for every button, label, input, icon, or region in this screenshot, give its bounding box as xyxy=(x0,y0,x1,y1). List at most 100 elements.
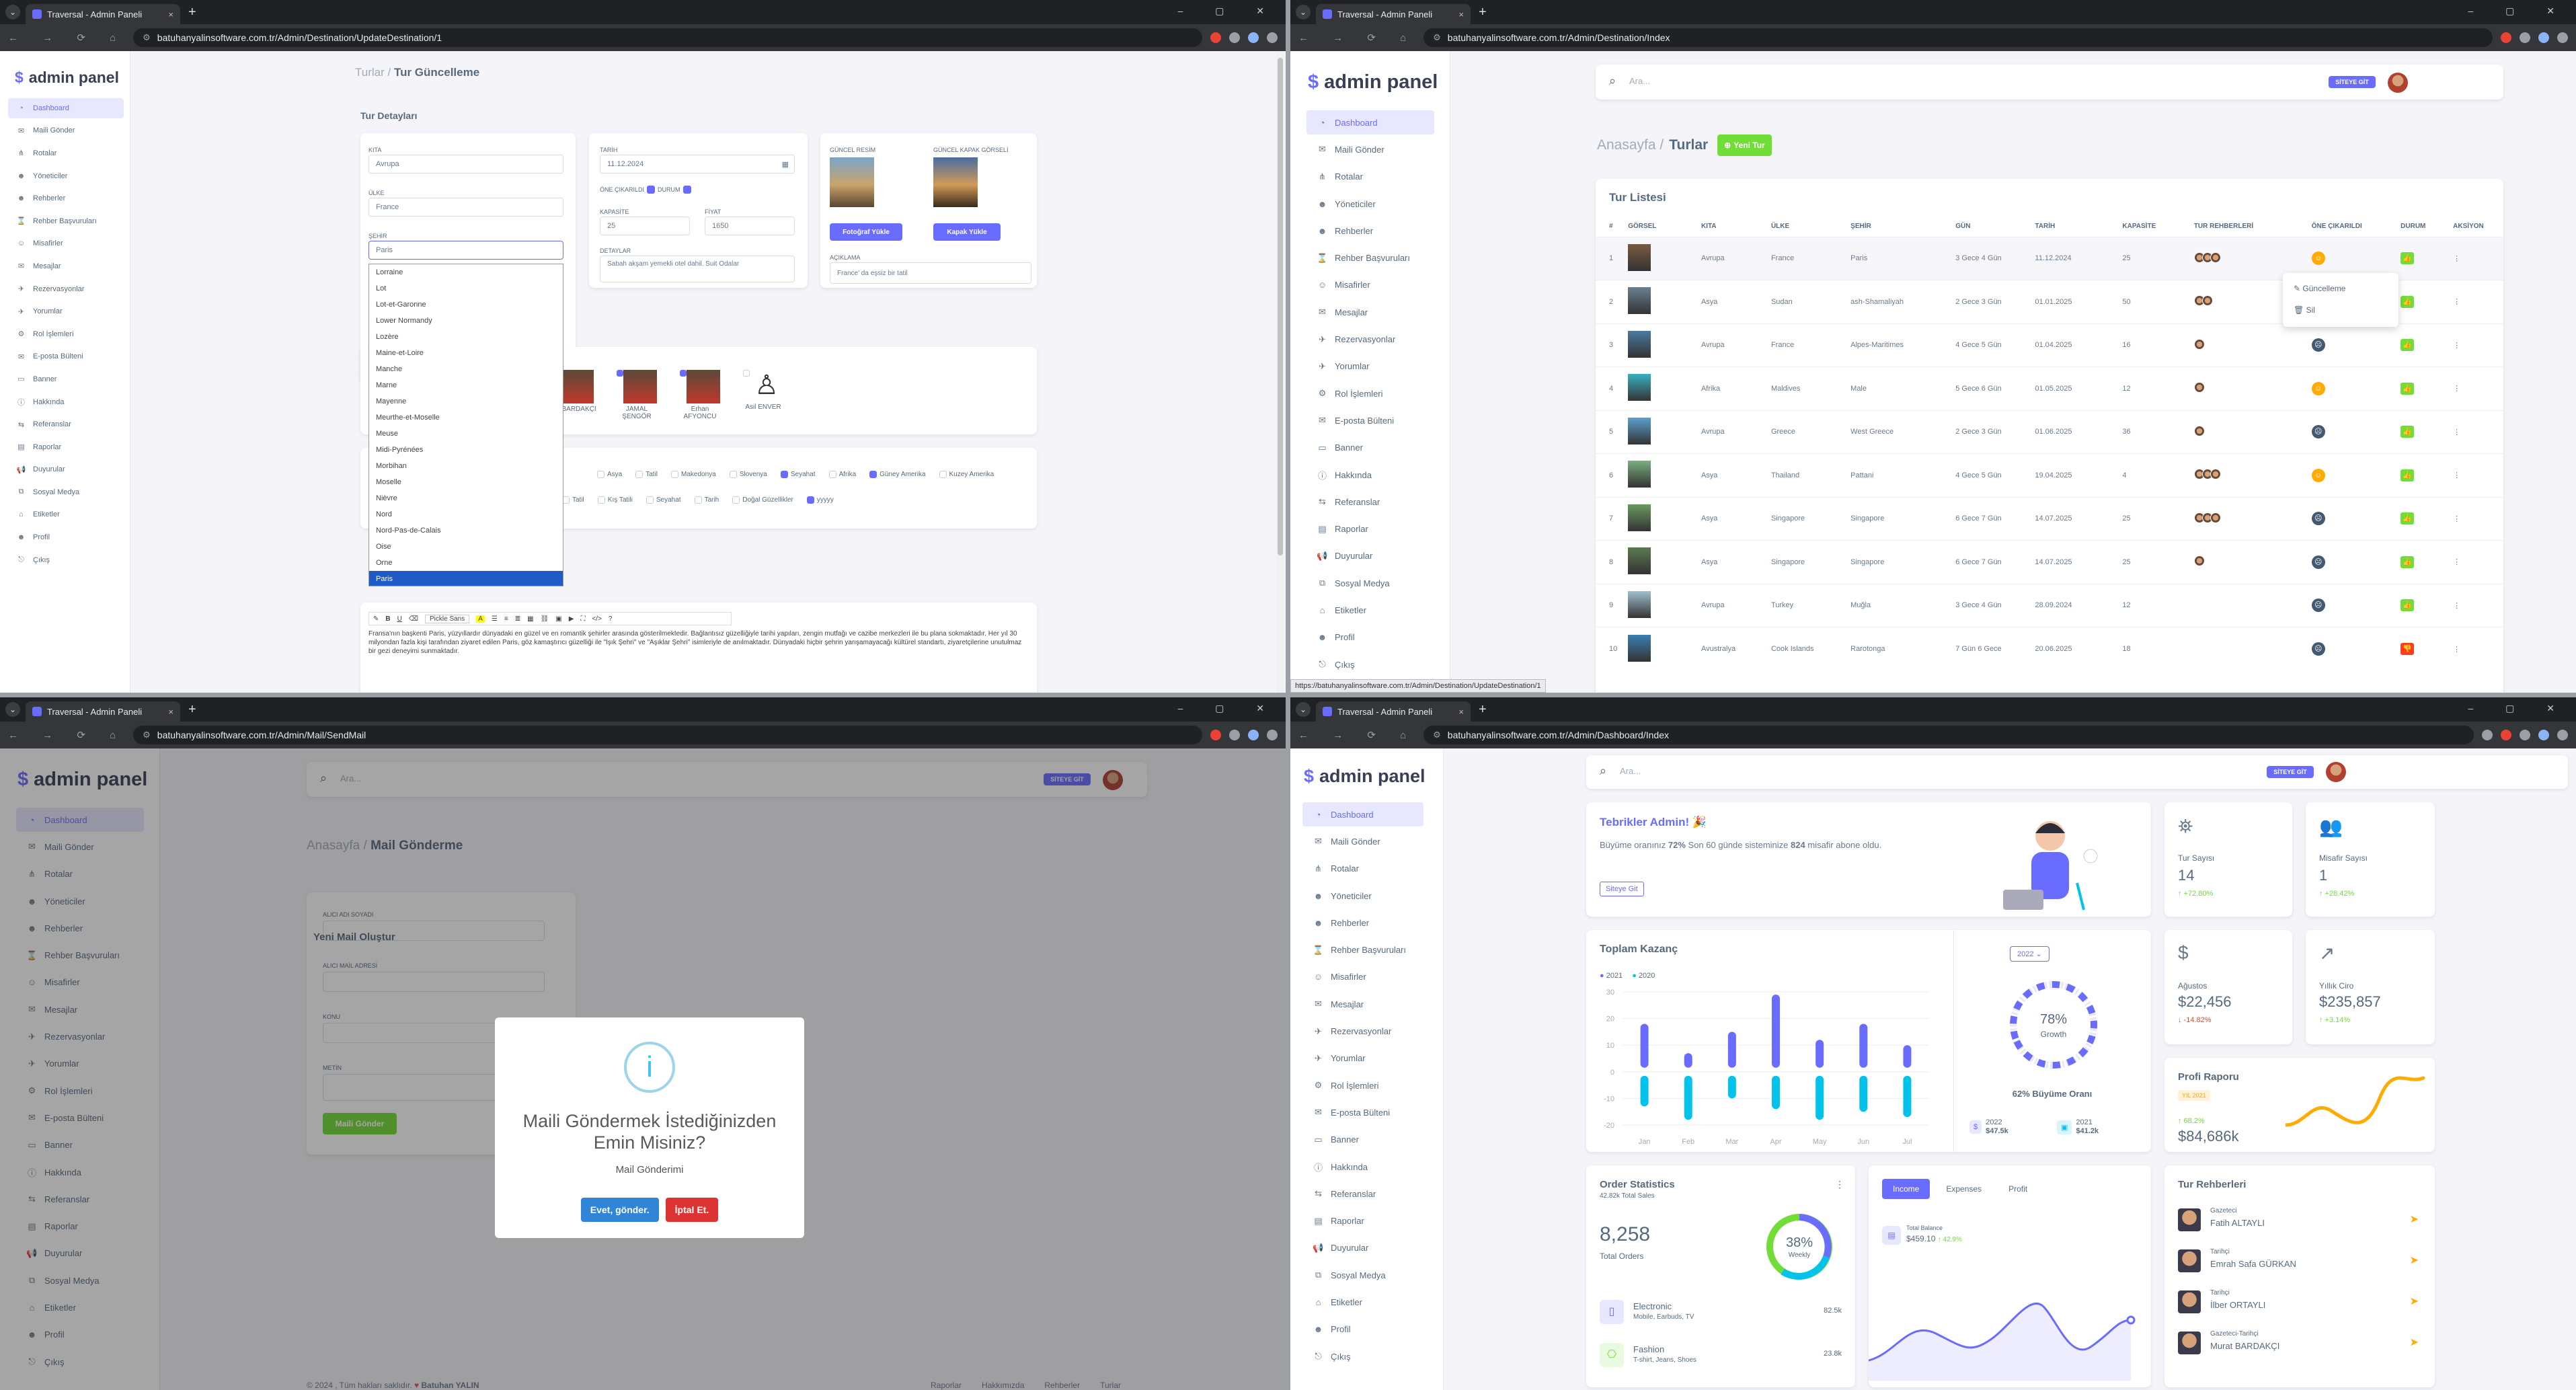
row-actions-icon[interactable]: ⋮ xyxy=(2453,255,2460,263)
fiyat-input[interactable]: 1650 xyxy=(705,217,795,235)
browser-tab[interactable]: Traversal - Admin Paneli × xyxy=(1316,4,1471,24)
durum-checkbox[interactable] xyxy=(682,186,691,194)
sidebar-item-3[interactable]: ⋔ Rotalar xyxy=(1306,165,1434,189)
calendar-icon[interactable]: ▦ xyxy=(782,160,789,169)
dropdown-option[interactable]: Lower Normandy xyxy=(369,313,563,329)
guide-checkbox[interactable] xyxy=(743,370,750,377)
guide-checkbox[interactable] xyxy=(617,370,623,377)
image-icon[interactable]: ▣ xyxy=(555,615,561,623)
sidebar-item-8[interactable]: ✉ Mesajlar xyxy=(1306,300,1434,324)
tag-checkbox[interactable] xyxy=(780,471,788,478)
help-icon[interactable]: ? xyxy=(609,615,613,623)
guide-option[interactable]: Erhan AFYONCU xyxy=(676,370,724,420)
sidebar-item-11[interactable]: ⚙ Rol İşlemleri xyxy=(1302,1073,1423,1097)
tag-option[interactable]: yyyyy xyxy=(806,496,834,504)
tarih-input[interactable]: 11.12.2024 ▦ xyxy=(600,155,795,173)
sidebar-item-20[interactable]: ☻ Profil xyxy=(8,527,124,547)
sidebar-item-12[interactable]: ✉ E-posta Bülteni xyxy=(1302,1100,1423,1124)
dropdown-option[interactable]: Nord-Pas-de-Calais xyxy=(369,523,563,539)
brand[interactable]: $ admin panel xyxy=(0,51,130,95)
tab-dropdown[interactable]: ⌄ xyxy=(5,702,20,717)
sidebar-item-14[interactable]: ⓘ Hakkında xyxy=(8,392,124,412)
sidebar-item-19[interactable]: ⌂ Etiketler xyxy=(1306,598,1434,622)
go-site-button[interactable]: Siteye Git xyxy=(1600,882,1644,896)
sidebar-item-15[interactable]: ⇆ Referanslar xyxy=(8,414,124,434)
font-select[interactable]: Pickle Sans xyxy=(425,614,470,623)
extension-icon[interactable] xyxy=(1229,730,1240,740)
list-ul-icon[interactable]: ☰ xyxy=(492,615,498,623)
sidebar-item-13[interactable]: ▭ Banner xyxy=(8,369,124,389)
color-icon[interactable]: A xyxy=(476,615,485,623)
sidebar-item-19[interactable]: ⌂ Etiketler xyxy=(1302,1290,1423,1314)
send-icon[interactable]: ➤ xyxy=(2410,1336,2419,1349)
sidebar-item-15[interactable]: ⇆ Referanslar xyxy=(1302,1182,1423,1206)
bold-icon[interactable]: B xyxy=(385,615,390,623)
brand[interactable]: $ admin panel xyxy=(1290,748,1443,795)
translate-icon[interactable] xyxy=(2482,730,2493,740)
tab-close-icon[interactable]: × xyxy=(168,707,173,717)
row-actions-icon[interactable]: ⋮ xyxy=(2453,385,2460,393)
dropdown-option[interactable]: Lorraine xyxy=(369,264,563,280)
row-actions-icon[interactable]: ⋮ xyxy=(2453,646,2460,654)
dropdown-option[interactable]: Morbihan xyxy=(369,458,563,474)
align-icon[interactable]: ≣ xyxy=(515,615,520,623)
sidebar-item-7[interactable]: ☺ Misafirler xyxy=(1306,273,1434,297)
url-field[interactable]: ⚙ batuhanyalinsoftware.com.tr/Admin/Desti… xyxy=(133,28,1202,47)
sidebar-item-21[interactable]: ⎋ Çıkış xyxy=(1302,1344,1423,1368)
tag-checkbox[interactable] xyxy=(806,496,814,504)
dropdown-option[interactable]: Marne xyxy=(369,377,563,393)
url-field[interactable]: ⚙ batuhanyalinsoftware.com.tr/Admin/Mail/… xyxy=(133,726,1202,744)
sidebar-item-17[interactable]: 📢 Duyurular xyxy=(1302,1236,1423,1260)
sidebar-item-10[interactable]: ✈ Yorumlar xyxy=(1302,1046,1423,1071)
site-button[interactable]: SİTEYE GİT xyxy=(2267,766,2314,778)
row-actions-icon[interactable]: ⋮ xyxy=(2453,515,2460,523)
guide-row[interactable]: Tarihçi Emrah Safa GÜRKAN ➤ xyxy=(2178,1247,2421,1288)
tag-checkbox[interactable] xyxy=(671,471,679,478)
sidebar-item-16[interactable]: ▤ Raporlar xyxy=(1302,1208,1423,1233)
sidebar-item-2[interactable]: ✉ Maili Gönder xyxy=(1302,829,1423,853)
sidebar-item-9[interactable]: ✈ Rezervasyonlar xyxy=(1306,327,1434,351)
tag-option[interactable]: Slovenya xyxy=(729,471,767,478)
sidebar-item-10[interactable]: ✈ Yorumlar xyxy=(1306,354,1434,379)
new-tour-button[interactable]: ⊕ Yeni Tur xyxy=(1717,134,1772,156)
window-controls[interactable]: – ▢ ✕ xyxy=(2468,5,2569,17)
url-field[interactable]: ⚙ batuhanyalinsoftware.com.tr/Admin/Desti… xyxy=(1423,28,2493,47)
row-actions-icon[interactable]: ⋮ xyxy=(2453,602,2460,610)
guide-option[interactable]: ♙ Asil ENVER xyxy=(740,370,787,420)
dropdown-option[interactable]: Meuse xyxy=(369,426,563,442)
dropdown-option[interactable]: Midi-Pyrénées xyxy=(369,442,563,458)
sidebar-item-20[interactable]: ☻ Profil xyxy=(1306,625,1434,650)
sidebar-item-3[interactable]: ⋔ Rotalar xyxy=(8,143,124,163)
one-cikarildi-checkbox[interactable] xyxy=(647,186,656,194)
browser-tab[interactable]: Traversal - Admin Paneli × xyxy=(1316,701,1471,722)
tag-checkbox[interactable] xyxy=(597,496,605,504)
sidebar-item-7[interactable]: ☺ Misafirler xyxy=(1302,965,1423,989)
sidebar-item-5[interactable]: ☻ Rehberler xyxy=(8,188,124,208)
dropdown-option[interactable]: Moselle xyxy=(369,474,563,490)
sidebar-item-12[interactable]: ✉ E-posta Bülteni xyxy=(8,347,124,367)
guide-option[interactable]: JAMAL ŞENGÖR xyxy=(613,370,660,420)
sidebar-item-13[interactable]: ▭ Banner xyxy=(1306,436,1434,460)
extension-icon[interactable] xyxy=(2520,32,2530,43)
row-actions-icon[interactable]: ⋮ xyxy=(2453,558,2460,566)
nav-buttons[interactable]: ← → ⟳ ⌂ xyxy=(8,32,126,44)
code-icon[interactable]: </> xyxy=(592,615,601,623)
sidebar-item-18[interactable]: ⧉ Sosyal Medya xyxy=(1306,571,1434,595)
tag-option[interactable]: Tatil xyxy=(562,496,584,504)
send-icon[interactable]: ➤ xyxy=(2410,1253,2419,1267)
dropdown-option[interactable]: Nord xyxy=(369,506,563,523)
url-field[interactable]: ⚙ batuhanyalinsoftware.com.tr/Admin/Dashb… xyxy=(1423,726,2474,744)
search-input[interactable]: Ara... xyxy=(1620,766,1641,776)
sidebar-item-6[interactable]: ⌛ Rehber Başvuruları xyxy=(1306,245,1434,270)
tag-checkbox[interactable] xyxy=(869,471,877,478)
sidebar-item-8[interactable]: ✉ Mesajlar xyxy=(8,256,124,276)
tab-dropdown[interactable]: ⌄ xyxy=(5,5,20,20)
window-controls[interactable]: – ▢ ✕ xyxy=(1177,5,1279,17)
sidebar-item-4[interactable]: ☻ Yöneticiler xyxy=(1302,884,1423,908)
tab-profit[interactable]: Profit xyxy=(1998,1179,2038,1199)
row-actions-icon[interactable]: ⋮ xyxy=(2453,428,2460,436)
sidebar-item-17[interactable]: 📢 Duyurular xyxy=(8,460,124,480)
sidebar-item-10[interactable]: ✈ Yorumlar xyxy=(8,301,124,321)
tab-dropdown[interactable]: ⌄ xyxy=(1296,702,1311,717)
extension-icon[interactable] xyxy=(1248,730,1259,740)
